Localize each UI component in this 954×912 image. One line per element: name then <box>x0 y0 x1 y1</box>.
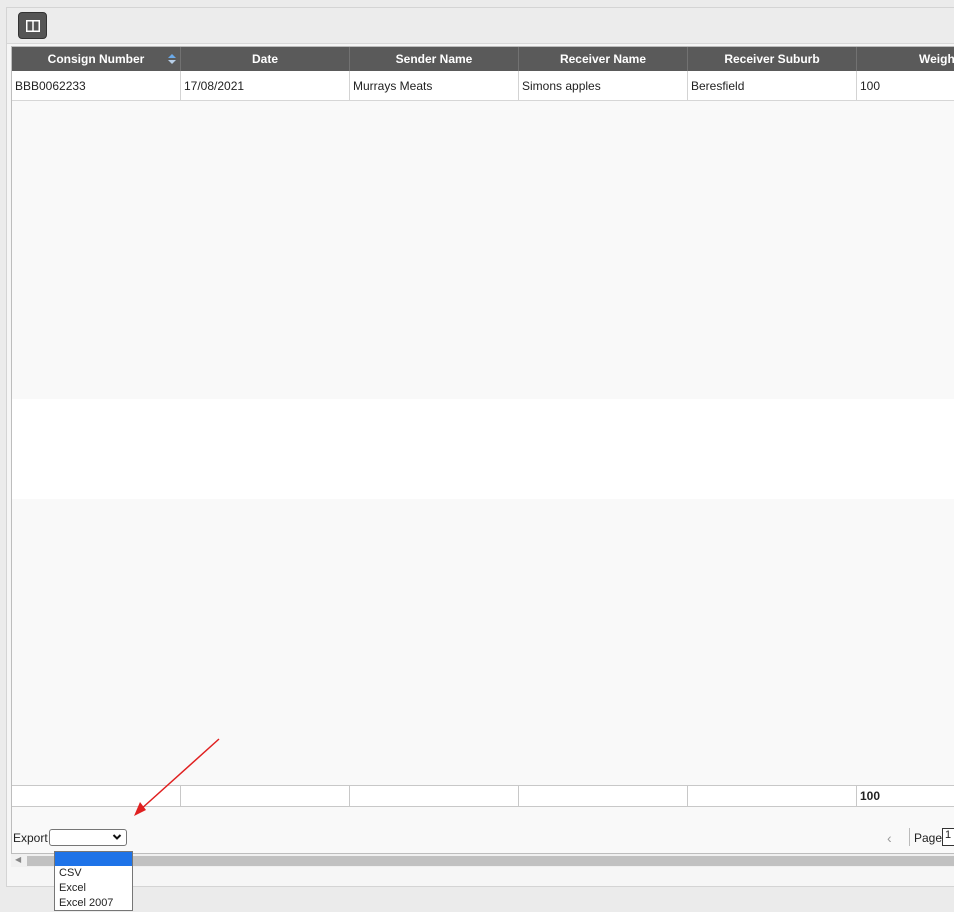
grid-empty-area <box>12 399 954 499</box>
horizontal-scrollbar[interactable]: ◀ <box>11 854 954 867</box>
cell-consign-number: BBB0062233 <box>12 71 181 100</box>
grid-footer: Export ‹ Page 1 <box>12 817 954 853</box>
export-option-excel-2007[interactable]: Excel 2007 <box>55 896 132 911</box>
export-dropdown-list: CSV Excel Excel 2007 <box>54 851 133 911</box>
chevron-left-icon[interactable]: ‹ <box>887 830 892 846</box>
scrollbar-thumb[interactable] <box>27 856 954 866</box>
page-number-input[interactable]: 1 <box>942 828 954 846</box>
column-header-weight[interactable]: Weight <box>857 47 954 71</box>
scroll-left-icon[interactable]: ◀ <box>15 855 21 864</box>
pager-divider <box>909 828 910 846</box>
summary-cell <box>181 786 350 806</box>
cell-sender-name: Murrays Meats <box>350 71 519 100</box>
column-header-receiver-name[interactable]: Receiver Name <box>519 47 688 71</box>
export-label: Export <box>13 831 48 845</box>
export-select[interactable] <box>49 829 127 846</box>
column-header-consign-number[interactable]: Consign Number <box>12 47 181 71</box>
column-header-sender-name[interactable]: Sender Name <box>350 47 519 71</box>
sort-arrows-icon <box>168 54 176 64</box>
cell-weight: 100 <box>860 78 881 93</box>
table-row[interactable]: BBB0062233 17/08/2021 Murrays Meats Simo… <box>12 71 954 101</box>
summary-row: 100 <box>12 785 954 807</box>
data-grid: Consign Number Date Sender Name Receiver… <box>11 46 954 854</box>
summary-cell <box>12 786 181 806</box>
cell-date: 17/08/2021 <box>181 71 350 100</box>
column-chooser-icon <box>25 19 40 32</box>
cell-receiver-name: Simons apples <box>519 71 688 100</box>
summary-weight-total: 100 <box>860 789 881 803</box>
toolbar <box>7 8 954 44</box>
summary-cell <box>688 786 857 806</box>
column-header-date[interactable]: Date <box>181 47 350 71</box>
summary-cell <box>350 786 519 806</box>
export-option-blank[interactable] <box>55 852 132 866</box>
export-option-csv[interactable]: CSV <box>55 866 132 881</box>
column-chooser-button[interactable] <box>18 12 47 39</box>
cell-receiver-suburb: Beresfield <box>688 71 857 100</box>
column-header-receiver-suburb[interactable]: Receiver Suburb <box>688 47 857 71</box>
grid-header: Consign Number Date Sender Name Receiver… <box>12 47 954 71</box>
chevron-down-icon <box>112 834 122 840</box>
summary-cell <box>519 786 688 806</box>
export-option-excel[interactable]: Excel <box>55 881 132 896</box>
page-label: Page <box>914 831 943 845</box>
